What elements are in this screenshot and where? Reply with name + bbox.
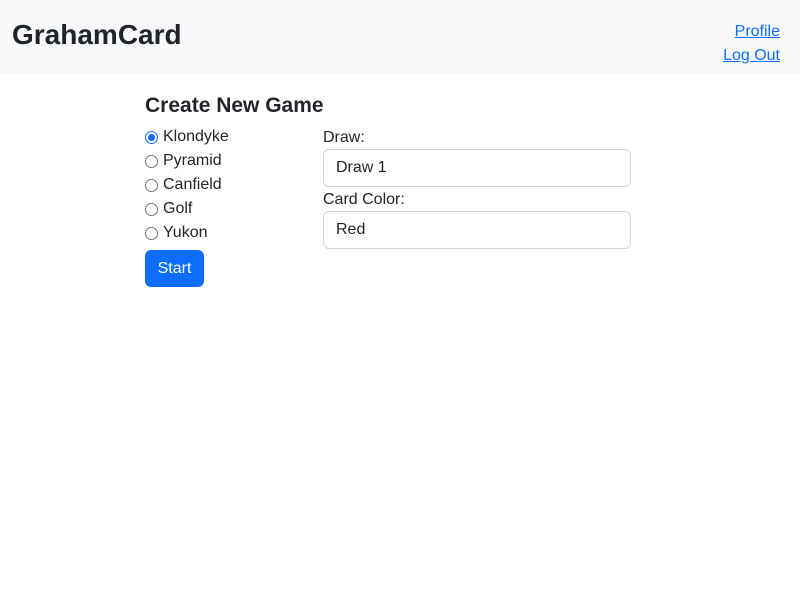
radio-button[interactable] bbox=[145, 178, 158, 192]
game-option-golf[interactable]: Golf bbox=[145, 197, 229, 221]
game-option-label: Klondyke bbox=[163, 128, 229, 145]
card-color-select-value: Red bbox=[336, 221, 366, 238]
card-color-select[interactable]: Red bbox=[323, 211, 631, 249]
start-button[interactable]: Start bbox=[145, 250, 204, 287]
game-option-label: Canfield bbox=[163, 176, 222, 193]
page-title: Create New Game bbox=[145, 94, 324, 117]
radio-button[interactable] bbox=[145, 202, 158, 216]
card-color-label: Card Color: bbox=[323, 191, 405, 208]
radio-button-selected[interactable] bbox=[145, 130, 158, 144]
draw-select[interactable]: Draw 1 bbox=[323, 149, 631, 187]
draw-select-value: Draw 1 bbox=[336, 159, 387, 176]
game-option-label: Yukon bbox=[163, 224, 208, 241]
radio-button[interactable] bbox=[145, 226, 158, 240]
profile-link[interactable]: Profile bbox=[723, 20, 780, 44]
radio-button[interactable] bbox=[145, 154, 158, 168]
draw-label: Draw: bbox=[323, 129, 365, 146]
navbar: GrahamCard Profile Log Out bbox=[0, 0, 800, 74]
game-option-pyramid[interactable]: Pyramid bbox=[145, 149, 229, 173]
game-option-label: Pyramid bbox=[163, 152, 222, 169]
logout-link[interactable]: Log Out bbox=[723, 44, 780, 68]
game-type-radio-group: Klondyke Pyramid Canfield Golf Yukon bbox=[145, 125, 229, 245]
game-option-canfield[interactable]: Canfield bbox=[145, 173, 229, 197]
game-option-yukon[interactable]: Yukon bbox=[145, 221, 229, 245]
user-nav: Profile Log Out bbox=[723, 20, 780, 68]
game-option-klondyke[interactable]: Klondyke bbox=[145, 125, 229, 149]
game-option-label: Golf bbox=[163, 200, 193, 217]
brand-title: GrahamCard bbox=[12, 19, 182, 50]
